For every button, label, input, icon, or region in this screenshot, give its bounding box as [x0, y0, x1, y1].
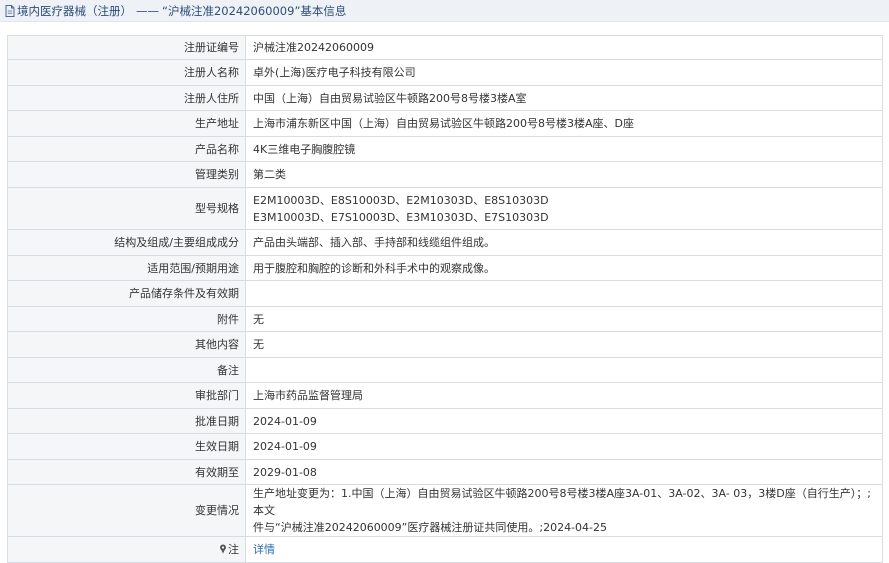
table-row: 管理类别 第二类 — [7, 161, 883, 188]
page-header: 境内医疗器械（注册） —— “沪械注准20242060009”基本信息 — [0, 0, 889, 22]
model-line: E3M10003D、E7S10003D、E3M10303D、E7S10303D — [253, 210, 549, 224]
row-label: 附件 — [7, 306, 246, 332]
note-value: 详情 — [245, 536, 883, 563]
row-label: 产品名称 — [7, 136, 246, 162]
note-label-cell: 注 — [7, 536, 246, 563]
change-line: 生产地址变更为：1.中国（上海）自由贸易试验区牛顿路200号8号楼3楼A座3A-… — [253, 487, 871, 517]
table-row: 型号规格 E2M10003D、E8S10003D、E2M10303D、E8S10… — [7, 187, 883, 230]
table-row: 附件 无 — [7, 306, 883, 332]
row-label: 备注 — [7, 357, 246, 383]
table-row: 注 详情 — [7, 536, 883, 563]
row-value: 4K三维电子胸腹腔镜 — [245, 136, 883, 162]
row-label: 有效期至 — [7, 459, 246, 485]
row-value: 无 — [245, 306, 883, 332]
header-separator: —— — [136, 3, 159, 18]
row-value: 2024-01-09 — [245, 433, 883, 460]
table-row: 注册人住所 中国（上海）自由贸易试验区牛顿路200号8号楼3楼A室 — [7, 85, 883, 111]
row-value: 用于腹腔和胸腔的诊断和外科手术中的观察成像。 — [245, 255, 883, 281]
table-row: 审批部门 上海市药品监督管理局 — [7, 382, 883, 409]
table-row: 产品储存条件及有效期 — [7, 280, 883, 307]
registration-info-table: 注册证编号 沪械注准20242060009 注册人名称 卓外(上海)医疗电子科技… — [7, 35, 883, 563]
header-title: “沪械注准20242060009”基本信息 — [162, 3, 347, 18]
row-value: 上海市浦东新区中国（上海）自由贸易试验区牛顿路200号8号楼3楼A座、D座 — [245, 110, 883, 137]
row-value: 2029-01-08 — [245, 459, 883, 485]
table-row: 其他内容 无 — [7, 331, 883, 358]
row-label: 管理类别 — [7, 161, 246, 188]
row-value — [245, 280, 883, 307]
table-row: 适用范围/预期用途 用于腹腔和胸腔的诊断和外科手术中的观察成像。 — [7, 255, 883, 281]
row-value: 生产地址变更为：1.中国（上海）自由贸易试验区牛顿路200号8号楼3楼A座3A-… — [245, 484, 883, 537]
model-line: E2M10003D、E8S10003D、E2M10303D、E8S10303D — [253, 193, 549, 207]
table-row: 产品名称 4K三维电子胸腹腔镜 — [7, 136, 883, 162]
row-value: 中国（上海）自由贸易试验区牛顿路200号8号楼3楼A室 — [245, 85, 883, 111]
note-label: 注 — [228, 543, 239, 556]
row-value: 上海市药品监督管理局 — [245, 382, 883, 409]
row-value: 沪械注准20242060009 — [245, 35, 883, 60]
table-row: 变更情况 生产地址变更为：1.中国（上海）自由贸易试验区牛顿路200号8号楼3楼… — [7, 484, 883, 537]
table-row: 批准日期 2024-01-09 — [7, 408, 883, 434]
row-value: 2024-01-09 — [245, 408, 883, 434]
row-label: 结构及组成/主要组成成分 — [7, 229, 246, 256]
row-label: 审批部门 — [7, 382, 246, 409]
row-label: 生效日期 — [7, 433, 246, 460]
row-value: 无 — [245, 331, 883, 358]
row-label: 变更情况 — [7, 484, 246, 537]
row-label: 其他内容 — [7, 331, 246, 358]
row-value: 产品由头端部、插入部、手持部和线缆组件组成。 — [245, 229, 883, 256]
row-value: E2M10003D、E8S10003D、E2M10303D、E8S10303D … — [245, 187, 883, 230]
row-value — [245, 357, 883, 383]
row-label: 型号规格 — [7, 187, 246, 230]
pin-icon — [220, 544, 226, 554]
row-label: 注册人住所 — [7, 85, 246, 111]
row-label: 生产地址 — [7, 110, 246, 137]
document-icon — [5, 4, 15, 17]
change-line: 件与“沪械注准20242060009”医疗器械注册证共同使用。;2024-04-… — [253, 521, 608, 534]
table-row: 备注 — [7, 357, 883, 383]
table-row: 有效期至 2029-01-08 — [7, 459, 883, 485]
table-row: 生产地址 上海市浦东新区中国（上海）自由贸易试验区牛顿路200号8号楼3楼A座、… — [7, 110, 883, 137]
table-row: 结构及组成/主要组成成分 产品由头端部、插入部、手持部和线缆组件组成。 — [7, 229, 883, 256]
row-label: 注册人名称 — [7, 59, 246, 86]
row-value: 第二类 — [245, 161, 883, 188]
row-label: 适用范围/预期用途 — [7, 255, 246, 281]
row-value: 卓外(上海)医疗电子科技有限公司 — [245, 59, 883, 86]
row-label: 产品储存条件及有效期 — [7, 280, 246, 307]
table-row: 注册证编号 沪械注准20242060009 — [7, 35, 883, 60]
row-label: 批准日期 — [7, 408, 246, 434]
table-row: 生效日期 2024-01-09 — [7, 433, 883, 460]
table-row: 注册人名称 卓外(上海)医疗电子科技有限公司 — [7, 59, 883, 86]
header-category: 境内医疗器械（注册） — [17, 3, 132, 18]
details-link[interactable]: 详情 — [253, 543, 275, 556]
row-label: 注册证编号 — [7, 35, 246, 60]
